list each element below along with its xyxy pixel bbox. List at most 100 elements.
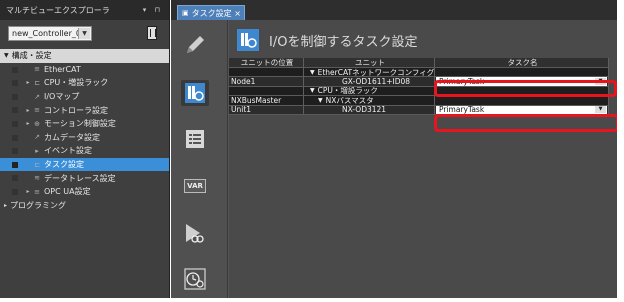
table-row[interactable]: NXBusMaster ▼ NXバスマスタ	[229, 96, 609, 106]
tree-item-label: コントローラ設定	[44, 105, 108, 115]
tree-checkbox[interactable]	[12, 66, 18, 73]
tree-node-icon: ≡	[34, 106, 40, 115]
task-tab-icon: ▣	[182, 9, 189, 17]
tree-node-icon: ≡	[34, 187, 40, 196]
tree-item[interactable]: ↗ カムデータ設定	[0, 131, 169, 145]
close-icon[interactable]: ×	[234, 9, 241, 18]
table-cell: ▼ NXバスマスタ	[304, 96, 435, 105]
table-cell: GX-OD1611+ID08	[304, 77, 435, 86]
tree-checkbox[interactable]	[12, 107, 18, 114]
tree-item[interactable]: ↗ I/Oマップ	[0, 90, 169, 104]
tree-node-icon: ⊕	[34, 119, 40, 128]
table-cell	[435, 68, 609, 77]
tree-node-icon: ≡	[34, 65, 40, 74]
unit-name: CPU・増設ラック	[317, 86, 378, 96]
table-row[interactable]: ▼EtherCATネットワークコンフィグレー	[229, 68, 609, 78]
page-header: I/Oを制御するタスク設定	[229, 26, 417, 54]
expand-icon[interactable]: ▸	[24, 79, 32, 86]
editor-area: ▣ タスク設定 × VAR I/Oを制御するタスク設定 ユニットの位置 ユニット…	[171, 0, 617, 298]
task-select[interactable]: PrimaryTask ▼	[436, 105, 607, 114]
tree-checkbox[interactable]	[12, 134, 18, 141]
tree-node-icon: ≋	[34, 174, 40, 183]
controller-select[interactable]: new_Controller_0 ▼	[8, 25, 92, 41]
chevron-down-icon[interactable]: ▼	[310, 87, 315, 94]
task-io-icon[interactable]	[181, 80, 209, 106]
column-header[interactable]: ユニット	[304, 58, 435, 67]
tab-label: タスク設定	[191, 8, 232, 18]
table-cell: NX-OD3121	[304, 105, 435, 114]
table-header: ユニットの位置 ユニット タスク名	[229, 58, 609, 68]
chevron-down-icon[interactable]: ▼	[310, 69, 315, 76]
tree-node-icon: ↗	[34, 133, 40, 142]
edit-pencil-icon[interactable]	[181, 32, 209, 58]
table-cell: ▼ CPU・増設ラック	[304, 86, 435, 96]
controller-row: new_Controller_0 ▼	[0, 20, 169, 46]
tree-checkbox[interactable]	[12, 188, 18, 195]
tree-item-label: 構成・設定	[11, 51, 52, 61]
controller-status-icon[interactable]	[147, 26, 157, 40]
tree-section[interactable]: ▸ プログラミング	[0, 198, 169, 213]
task-select-value: PrimaryTask	[439, 105, 485, 114]
table-cell	[229, 86, 304, 96]
tree-item[interactable]: ▸ ≡ コントローラ設定	[0, 103, 169, 117]
tree-item-label: CPU・増設ラック	[44, 78, 109, 88]
highlight-box	[434, 80, 617, 97]
var-icon[interactable]: VAR	[181, 173, 209, 199]
tree-checkbox[interactable]	[12, 93, 18, 100]
tree-item[interactable]: ⊏ タスク設定	[0, 157, 169, 172]
project-tree: ▼ 構成・設定 ≡ EtherCAT ▸ ⊏ CPU・増設ラック ↗ I/Oマップ ▸ ≡ コントロー…	[0, 49, 169, 213]
column-header[interactable]: ユニットの位置	[229, 58, 304, 67]
task-io-panel: I/Oを制御するタスク設定 ユニットの位置 ユニット タスク名 ▼ EtherCATネッ…	[229, 20, 617, 298]
chevron-down-icon[interactable]: ▼	[78, 27, 90, 39]
tree-checkbox[interactable]	[12, 161, 18, 168]
tree-node-icon: ⊏	[34, 160, 40, 169]
tab-bar: ▣ タスク設定 ×	[171, 0, 617, 20]
tab-task-settings[interactable]: ▣ タスク設定 ×	[177, 5, 245, 20]
tree-section[interactable]: ▼ 構成・設定	[0, 49, 169, 63]
tree-item[interactable]: ▸ ⊏ CPU・増設ラック	[0, 76, 169, 90]
tree-item-label: プログラミング	[10, 200, 67, 210]
list-icon[interactable]	[181, 126, 209, 152]
unit-name: GX-OD1611+ID08	[342, 77, 411, 86]
chevron-right-icon[interactable]: ▸	[4, 202, 7, 209]
table-cell	[435, 96, 609, 105]
chevron-down-icon[interactable]: ▼	[4, 52, 9, 59]
unit-name: NX-OD3121	[342, 105, 387, 114]
tree-checkbox[interactable]	[12, 175, 18, 182]
program-icon[interactable]	[181, 220, 209, 246]
tree-checkbox[interactable]	[12, 148, 18, 155]
table-cell: Unit1	[229, 105, 304, 114]
controller-name: new_Controller_0	[12, 28, 81, 38]
expand-icon[interactable]: ▸	[24, 120, 32, 127]
tree-item[interactable]: ≡ EtherCAT	[0, 63, 169, 77]
table-cell: PrimaryTask ▼	[435, 105, 609, 114]
task-tool-strip: VAR	[171, 20, 228, 298]
tree-item[interactable]: ≋ データトレース設定	[0, 171, 169, 185]
column-header[interactable]: タスク名	[435, 58, 609, 67]
tree-node-icon: ▸	[35, 146, 39, 155]
var-label: VAR	[184, 179, 206, 193]
table-cell: ▼EtherCATネットワークコンフィグレー	[304, 68, 435, 77]
task-io-icon	[233, 27, 263, 53]
tree-item-label: EtherCAT	[44, 64, 81, 74]
tree-node-icon: ⊏	[34, 78, 40, 87]
pin-icon[interactable]: ▾ ⊓	[143, 6, 163, 14]
tree-item-label: イベント設定	[44, 146, 92, 156]
page-margin	[0, 298, 624, 302]
tree-item-label: カムデータ設定	[44, 132, 100, 142]
tree-item-label: データトレース設定	[44, 173, 116, 183]
tree-item[interactable]: ▸ イベント設定	[0, 144, 169, 158]
highlight-box	[434, 114, 619, 132]
page-title: I/Oを制御するタスク設定	[269, 34, 418, 50]
unit-name: EtherCATネットワークコンフィグレー	[317, 68, 435, 77]
tree-item[interactable]: ▸ ⊕ モーション制御設定	[0, 117, 169, 131]
tree-checkbox[interactable]	[12, 120, 18, 127]
expand-icon[interactable]: ▸	[24, 107, 32, 114]
chevron-down-icon[interactable]: ▼	[595, 106, 606, 114]
tree-checkbox[interactable]	[12, 80, 18, 87]
tree-item[interactable]: ▸ ≡ OPC UA設定	[0, 185, 169, 199]
timer-icon[interactable]	[181, 266, 209, 292]
expand-icon[interactable]: ▸	[24, 188, 32, 195]
chevron-down-icon[interactable]: ▼	[318, 97, 323, 104]
multiview-explorer: マルチビューエクスプローラ ▾ ⊓ new_Controller_0 ▼ ▼ 構成…	[0, 0, 170, 298]
